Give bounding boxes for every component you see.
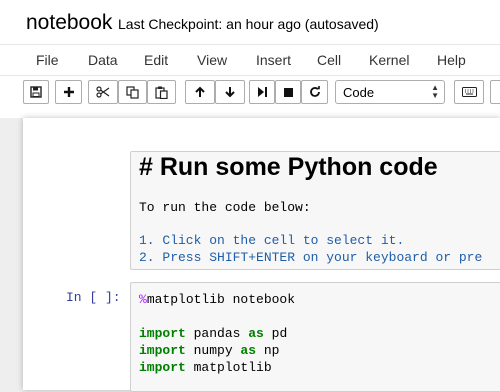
code-line-magic: %matplotlib notebook [139, 292, 295, 307]
cut-icon [96, 86, 110, 98]
code-line-import-matplotlib: import matplotlib [139, 360, 272, 375]
module-name: pandas [185, 326, 249, 341]
alias-name: np [256, 343, 280, 358]
paste-button[interactable] [147, 80, 176, 104]
magic-command: matplotlib notebook [146, 292, 296, 307]
select-arrows-icon: ▲ ▼ [431, 83, 439, 100]
save-icon [30, 86, 42, 98]
restart-button[interactable] [301, 80, 328, 104]
notebook-name[interactable]: notebook [26, 11, 112, 35]
arrow-down-icon [225, 87, 235, 98]
interrupt-button[interactable] [275, 80, 301, 104]
stop-icon [283, 87, 293, 97]
plus-icon [63, 87, 74, 97]
insert-cell-button[interactable] [55, 80, 82, 104]
markdown-heading: # Run some Python code [139, 153, 438, 181]
command-palette-button[interactable] [454, 80, 484, 104]
code-line-import-numpy: import numpy as np [139, 343, 279, 358]
menu-view[interactable]: View [197, 52, 227, 68]
import-keyword: import [139, 343, 186, 358]
import-keyword: import [139, 360, 186, 375]
paste-icon [155, 86, 168, 99]
extra-toolbar-button[interactable] [490, 80, 500, 104]
module-name: numpy [185, 343, 241, 358]
menu-insert[interactable]: Insert [256, 52, 291, 68]
arrow-up-icon [195, 86, 205, 97]
import-keyword: import [139, 326, 186, 341]
cell-type-value: Code [343, 85, 375, 100]
notebook-header: notebook Last Checkpoint: an hour ago (a… [0, 0, 500, 118]
markdown-intro: To run the code below: [139, 200, 311, 215]
copy-icon [126, 85, 139, 99]
menu-data[interactable]: Data [88, 52, 118, 68]
menu-cell[interactable]: Cell [317, 52, 341, 68]
keyboard-icon [461, 87, 477, 97]
move-down-button[interactable] [215, 80, 245, 104]
magic-percent: % [139, 292, 147, 307]
cut-button[interactable] [88, 80, 118, 104]
as-keyword: as [248, 326, 264, 341]
markdown-cell[interactable]: # Run some Python code To run the code b… [130, 151, 500, 270]
toolbar: Code ▲ ▼ [0, 76, 500, 110]
copy-button[interactable] [118, 80, 147, 104]
cell-type-select[interactable]: Code ▲ ▼ [335, 80, 445, 104]
module-name: matplotlib [185, 360, 272, 375]
checkpoint-status: Last Checkpoint: an hour ago (autosaved) [118, 16, 379, 32]
move-up-button[interactable] [185, 80, 215, 104]
as-keyword: as [240, 343, 257, 358]
run-button[interactable] [249, 80, 275, 104]
menu-file[interactable]: File [36, 52, 59, 68]
code-cell[interactable]: %matplotlib notebook import pandas as pd… [130, 282, 500, 392]
input-prompt: In [ ]: [66, 290, 121, 305]
menu-kernel[interactable]: Kernel [369, 52, 409, 68]
menu-help[interactable]: Help [437, 52, 466, 68]
markdown-step-1: 1. Click on the cell to select it. [139, 233, 405, 248]
alias-name: pd [263, 326, 288, 341]
menu-bar: File Data Edit View Insert Cell Kernel H… [0, 44, 500, 76]
step-icon [258, 87, 267, 97]
restart-icon [309, 86, 320, 97]
menu-edit[interactable]: Edit [144, 52, 168, 68]
markdown-step-2: 2. Press SHIFT+ENTER on your keyboard or… [139, 250, 483, 265]
save-button[interactable] [23, 80, 49, 104]
code-line-import-pandas: import pandas as pd [139, 326, 287, 341]
